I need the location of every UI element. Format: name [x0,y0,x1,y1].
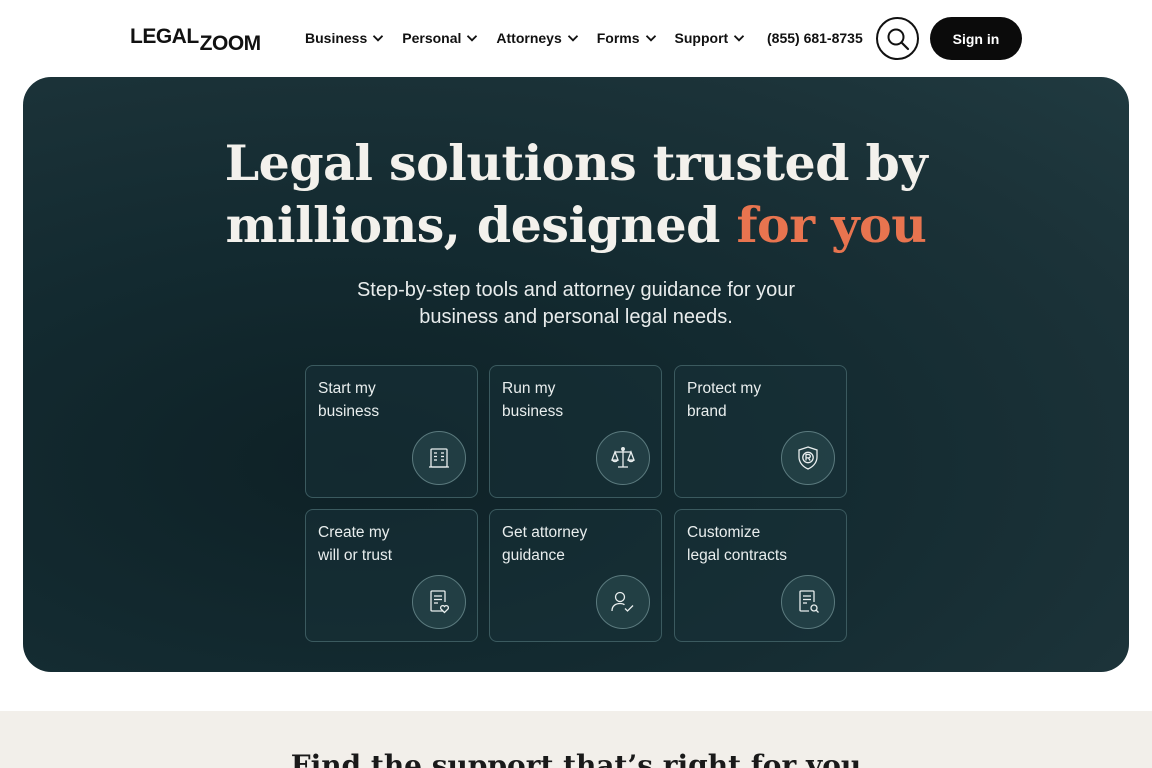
scales-icon [611,447,635,468]
card-icon-circle [412,575,466,629]
phone-number-link[interactable]: (855) 681-8735 [767,30,863,46]
building-document-icon [429,448,449,468]
card-start-business[interactable]: Start my business [305,365,478,498]
hero-section: Legal solutions trusted by millions, des… [23,77,1129,672]
card-legal-contracts[interactable]: Customize legal contracts [674,509,847,642]
hero-title: Legal solutions trusted by millions, des… [23,132,1129,256]
legalzoom-logo[interactable]: LEGAL ZOOM [130,24,261,54]
main-nav: Business Personal Attorneys Forms Suppor… [305,28,745,48]
card-label: Create my will or trust [318,524,393,564]
nav-forms-label: Forms [596,30,640,46]
person-check-icon [611,591,634,612]
logo-text-legal: LEGAL [130,25,199,48]
nav-forms[interactable]: Forms [597,28,657,48]
nav-attorneys[interactable]: Attorneys [496,28,578,48]
nav-business-label: Business [305,30,368,46]
chevron-down-icon [567,35,578,42]
nav-personal[interactable]: Personal [402,28,478,48]
card-icon-circle [412,431,466,485]
card-attorney-guidance[interactable]: Get attorney guidance [489,509,662,642]
card-icon-circle [781,575,835,629]
chevron-down-icon [467,35,478,42]
card-protect-brand[interactable]: Protect my brand [674,365,847,498]
search-button[interactable] [876,17,919,60]
nav-personal-label: Personal [402,30,462,46]
nav-attorneys-label: Attorneys [496,30,562,46]
site-header: LEGAL ZOOM Business Personal Attorneys F… [0,0,1152,77]
card-icon-circle [596,575,650,629]
support-section: Find the support that’s right for you [0,711,1152,768]
chevron-down-icon [373,35,384,42]
hero-title-line2: millions, designed [225,196,737,254]
hero-title-line1: Legal solutions trusted by [224,134,928,192]
nav-business[interactable]: Business [305,28,384,48]
hero-subtitle-line1: Step-by-step tools and attorney guidance… [356,279,796,301]
card-label: Start my business [318,380,380,420]
hero-title-accent: for you [736,196,927,254]
hero-subtitle-line2: business and personal legal needs. [419,306,733,328]
card-icon-circle [596,431,650,485]
chevron-down-icon [734,35,745,42]
logo-text-zoom: ZOOM [199,32,262,55]
chevron-down-icon [645,35,656,42]
document-search-icon [799,590,819,613]
hero-subtitle: Step-by-step tools and attorney guidance… [23,277,1129,331]
nav-support[interactable]: Support [675,28,746,48]
card-label: Protect my brand [687,380,762,420]
trademark-shield-icon [798,446,818,470]
card-label: Run my business [502,380,564,420]
nav-support-label: Support [674,30,729,46]
card-run-business[interactable]: Run my business [489,365,662,498]
card-will-trust[interactable]: Create my will or trust [305,509,478,642]
support-section-title: Find the support that’s right for you [290,749,862,768]
card-icon-circle [781,431,835,485]
search-icon [887,28,909,50]
document-heart-icon [430,590,450,614]
sign-in-button[interactable]: Sign in [930,17,1022,60]
card-label: Customize legal contracts [687,524,787,564]
card-label: Get attorney guidance [502,524,588,564]
